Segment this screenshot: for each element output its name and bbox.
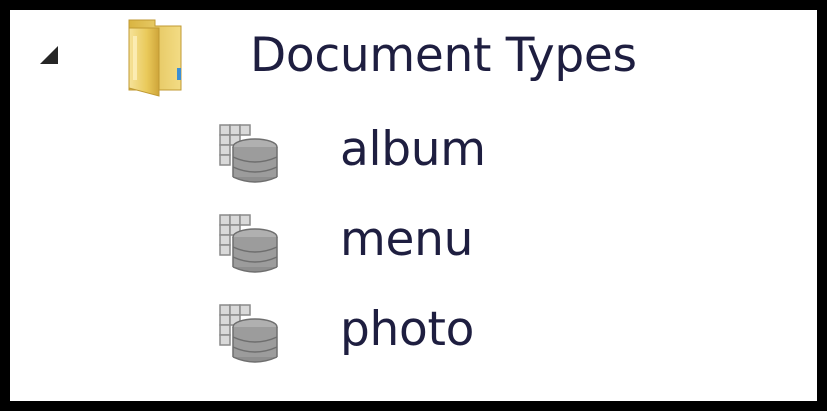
folder-icon bbox=[115, 18, 187, 98]
tree-node-document-types[interactable]: Document Types bbox=[10, 10, 817, 100]
tree-node-label: album bbox=[340, 122, 486, 177]
document-type-icon bbox=[210, 213, 290, 275]
tree-node-photo[interactable]: photo bbox=[10, 288, 817, 378]
tree-node-menu[interactable]: menu bbox=[10, 198, 817, 288]
tree-node-label: Document Types bbox=[250, 28, 637, 83]
tree-node-label: menu bbox=[340, 212, 474, 267]
tree-panel: Document Types album menu photo bbox=[10, 10, 817, 401]
expanded-triangle-icon[interactable] bbox=[38, 44, 60, 66]
document-type-icon bbox=[210, 303, 290, 365]
tree-node-label: photo bbox=[340, 302, 475, 357]
tree-node-album[interactable]: album bbox=[10, 108, 817, 198]
document-type-icon bbox=[210, 123, 290, 185]
